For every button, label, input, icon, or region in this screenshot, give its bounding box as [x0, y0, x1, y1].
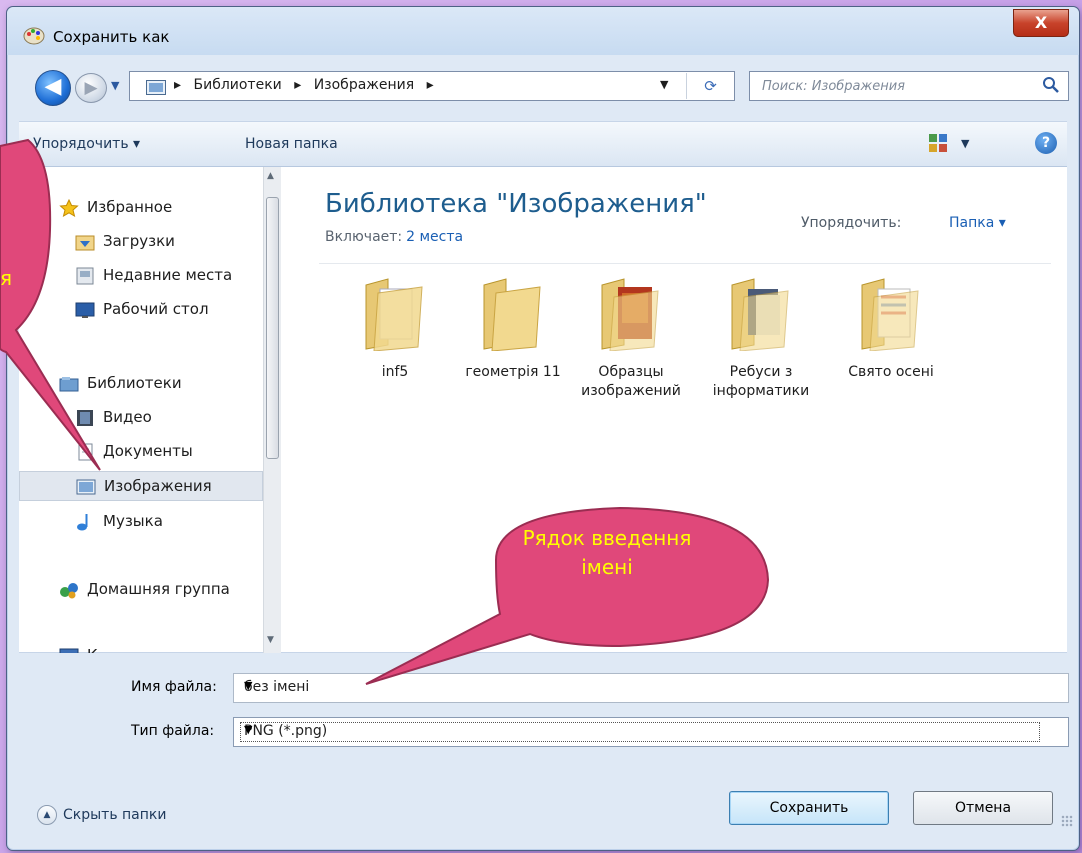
left-callout-bubble — [0, 138, 101, 471]
callout-text: Рядок введення імені — [522, 526, 692, 579]
left-callout-text: я — [0, 266, 13, 290]
callout-shapes — [0, 138, 770, 685]
